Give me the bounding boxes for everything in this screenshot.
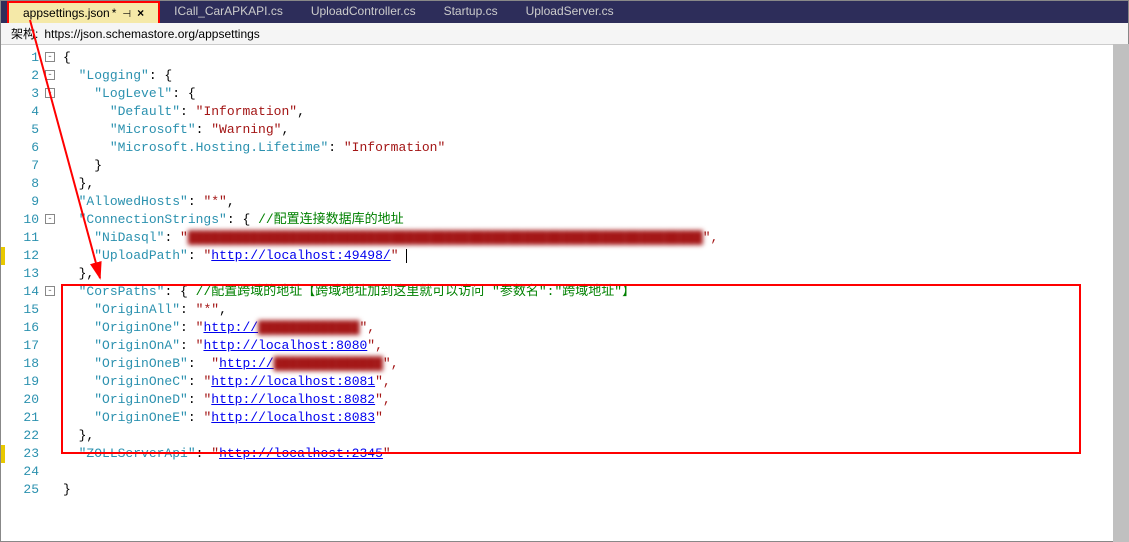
code-line — [57, 463, 1128, 481]
url-link[interactable]: http://localhost:2345 — [219, 446, 383, 461]
schema-label: 架构: — [11, 25, 38, 42]
tab-label: ICall_CarAPKAPI.cs — [174, 4, 283, 18]
code-line: "Microsoft.Hosting.Lifetime": "Informati… — [57, 139, 1128, 157]
code-line: "NiDasql": "████████████████████████████… — [57, 229, 1128, 247]
code-line: "ZOLLServerApi": "http://localhost:2345" — [57, 445, 1128, 463]
line-number: 10 — [23, 212, 39, 227]
tab-label: UploadServer.cs — [526, 4, 614, 18]
vertical-scrollbar[interactable] — [1113, 44, 1129, 542]
line-number: 6 — [31, 140, 39, 155]
url-link[interactable]: http://localhost:8081 — [211, 374, 375, 389]
code-line: "Default": "Information", — [57, 103, 1128, 121]
tab-startup[interactable]: Startup.cs — [430, 1, 512, 23]
line-number: 14 — [23, 284, 39, 299]
tab-uploadcontroller[interactable]: UploadController.cs — [297, 1, 430, 23]
code-line: "OriginOne": "http://█████████████", — [57, 319, 1128, 337]
code-line: "AllowedHosts": "*", — [57, 193, 1128, 211]
code-line: "Logging": { — [57, 67, 1128, 85]
code-line: { — [57, 49, 1128, 67]
line-number: 18 — [23, 356, 39, 371]
line-number: 8 — [31, 176, 39, 191]
code-line: }, — [57, 427, 1128, 445]
line-number: 23 — [23, 446, 39, 461]
code-line: "OriginAll": "*", — [57, 301, 1128, 319]
line-number: 13 — [23, 266, 39, 281]
modified-indicator: * — [112, 6, 117, 20]
code-line: } — [57, 157, 1128, 175]
fold-icon[interactable]: - — [45, 52, 55, 62]
line-number: 3 — [31, 86, 39, 101]
line-number: 12 — [23, 248, 39, 263]
code-line: "OriginOneB": "http://██████████████", — [57, 355, 1128, 373]
tab-appsettings[interactable]: appsettings.json* ⊣ × — [7, 1, 160, 23]
close-icon[interactable]: × — [137, 6, 144, 20]
line-number: 4 — [31, 104, 39, 119]
line-number: 20 — [23, 392, 39, 407]
line-number: 21 — [23, 410, 39, 425]
line-number: 17 — [23, 338, 39, 353]
redacted-text: ████████████████████████████████████████… — [188, 230, 703, 245]
pin-icon[interactable]: ⊣ — [122, 9, 131, 20]
code-line: "Microsoft": "Warning", — [57, 121, 1128, 139]
code-line: "OriginOneE": "http://localhost:8083" — [57, 409, 1128, 427]
code-line: } — [57, 481, 1128, 499]
change-marker — [1, 445, 5, 463]
url-link[interactable]: http://localhost:8080 — [203, 338, 367, 353]
line-number: 24 — [23, 464, 39, 479]
line-number: 15 — [23, 302, 39, 317]
url-link[interactable]: http://localhost:8082 — [211, 392, 375, 407]
line-number: 2 — [31, 68, 39, 83]
line-number: 22 — [23, 428, 39, 443]
url-link[interactable]: http:// — [203, 320, 258, 335]
code-line: "UploadPath": "http://localhost:49498/" — [57, 247, 1128, 265]
tab-label: appsettings.json — [23, 6, 110, 20]
tab-bar: appsettings.json* ⊣ × ICall_CarAPKAPI.cs U… — [1, 1, 1128, 23]
schema-bar: 架构: https://json.schemastore.org/appsett… — [1, 23, 1128, 45]
url-link[interactable]: http://localhost:49498/ — [211, 248, 390, 263]
tab-label: Startup.cs — [444, 4, 498, 18]
line-number: 9 — [31, 194, 39, 209]
code-line: "OriginOneD": "http://localhost:8082", — [57, 391, 1128, 409]
tab-label: UploadController.cs — [311, 4, 416, 18]
text-cursor — [406, 249, 407, 263]
line-number: 11 — [23, 230, 39, 245]
change-marker — [1, 247, 5, 265]
fold-icon[interactable]: - — [45, 70, 55, 80]
fold-icon[interactable]: - — [45, 88, 55, 98]
code-line: }, — [57, 265, 1128, 283]
line-number: 16 — [23, 320, 39, 335]
code-editor[interactable]: 1- 2- 3- 4 5 6 7 8 9 10- 11 12 13 14- 15… — [1, 45, 1128, 541]
code-line: "OriginOnA": "http://localhost:8080", — [57, 337, 1128, 355]
schema-url[interactable]: https://json.schemastore.org/appsettings — [44, 27, 259, 41]
line-number: 5 — [31, 122, 39, 137]
line-gutter: 1- 2- 3- 4 5 6 7 8 9 10- 11 12 13 14- 15… — [1, 45, 57, 541]
code-line: "ConnectionStrings": { //配置连接数据库的地址 — [57, 211, 1128, 229]
url-link[interactable]: http://localhost:8083 — [211, 410, 375, 425]
code-line: "OriginOneC": "http://localhost:8081", — [57, 373, 1128, 391]
fold-icon[interactable]: - — [45, 214, 55, 224]
tab-uploadserver[interactable]: UploadServer.cs — [512, 1, 628, 23]
line-number: 1 — [31, 50, 39, 65]
line-number: 25 — [23, 482, 39, 497]
scrollbar-thumb[interactable] — [1113, 44, 1129, 542]
code-line: "LogLevel": { — [57, 85, 1128, 103]
line-number: 19 — [23, 374, 39, 389]
fold-icon[interactable]: - — [45, 286, 55, 296]
tab-icall[interactable]: ICall_CarAPKAPI.cs — [160, 1, 297, 23]
url-link[interactable]: http:// — [219, 356, 274, 371]
redacted-text: ██████████████ — [274, 356, 383, 371]
code-area[interactable]: { "Logging": { "LogLevel": { "Default": … — [57, 45, 1128, 541]
code-line: }, — [57, 175, 1128, 193]
redacted-text: █████████████ — [258, 320, 359, 335]
code-line: "CorsPaths": { //配置跨域的地址【跨域地址加到这里就可以访问 "… — [57, 283, 1128, 301]
line-number: 7 — [31, 158, 39, 173]
